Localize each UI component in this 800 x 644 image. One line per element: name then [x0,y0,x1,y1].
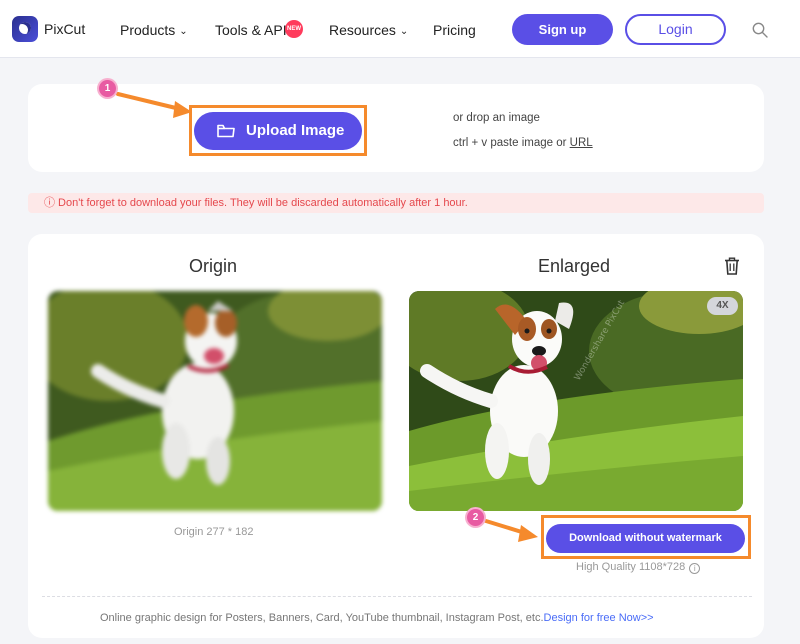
paste-image-hint: ctrl + v paste image or URL [453,137,593,149]
divider [42,596,752,597]
origin-title: Origin [189,256,238,276]
folder-icon [217,124,235,138]
enlarged-title: Enlarged [538,256,611,276]
login-button[interactable]: Login [625,14,726,45]
upload-card [28,84,764,172]
top-header: PixCut Products ⌄ Tools & API NEW Resourc… [0,0,800,58]
drop-image-hint: or drop an image [453,112,540,124]
paste-prefix: ctrl + v paste image or [453,137,570,149]
nav-resources[interactable]: Resources ⌄ [329,22,408,38]
search-icon[interactable] [752,22,768,38]
quality-info: High Quality 1108*728 i [576,561,701,574]
url-link[interactable]: URL [570,137,593,149]
signup-button[interactable]: Sign up [512,14,613,45]
enlarged-image: Wondershare PixCut [409,291,743,511]
new-badge: NEW [285,20,303,38]
pixcut-logo-icon[interactable] [12,16,38,42]
step-1-badge: 1 [99,80,116,97]
origin-size-label: Origin 277 * 182 [174,526,254,538]
origin-image [48,291,382,511]
nav-tools-api[interactable]: Tools & API [215,22,287,38]
nav-resources-label: Resources [329,22,396,38]
nav-products[interactable]: Products ⌄ [120,22,188,38]
footer-promo-text: Online graphic design for Posters, Banne… [100,612,544,624]
nav-pricing[interactable]: Pricing [433,22,476,38]
info-icon[interactable]: i [689,563,701,574]
design-for-free-link[interactable]: Design for free Now>> [544,612,654,624]
download-without-watermark-button[interactable]: Download without watermark [546,524,745,553]
nav-products-label: Products [120,22,176,38]
nav-tools-api-label: Tools & API [215,22,287,38]
footer-promo: Online graphic design for Posters, Banne… [100,612,654,624]
brand-name[interactable]: PixCut [44,21,85,37]
scale-4x-badge: 4X [707,297,738,315]
quality-label: High Quality 1108*728 [576,561,686,573]
step-2-badge: 2 [467,509,484,526]
chevron-down-icon: ⌄ [179,26,188,37]
warning-banner: ⓘ Don't forget to download your files. T… [28,193,764,213]
chevron-down-icon: ⌄ [399,26,409,37]
trash-icon[interactable] [724,257,740,275]
